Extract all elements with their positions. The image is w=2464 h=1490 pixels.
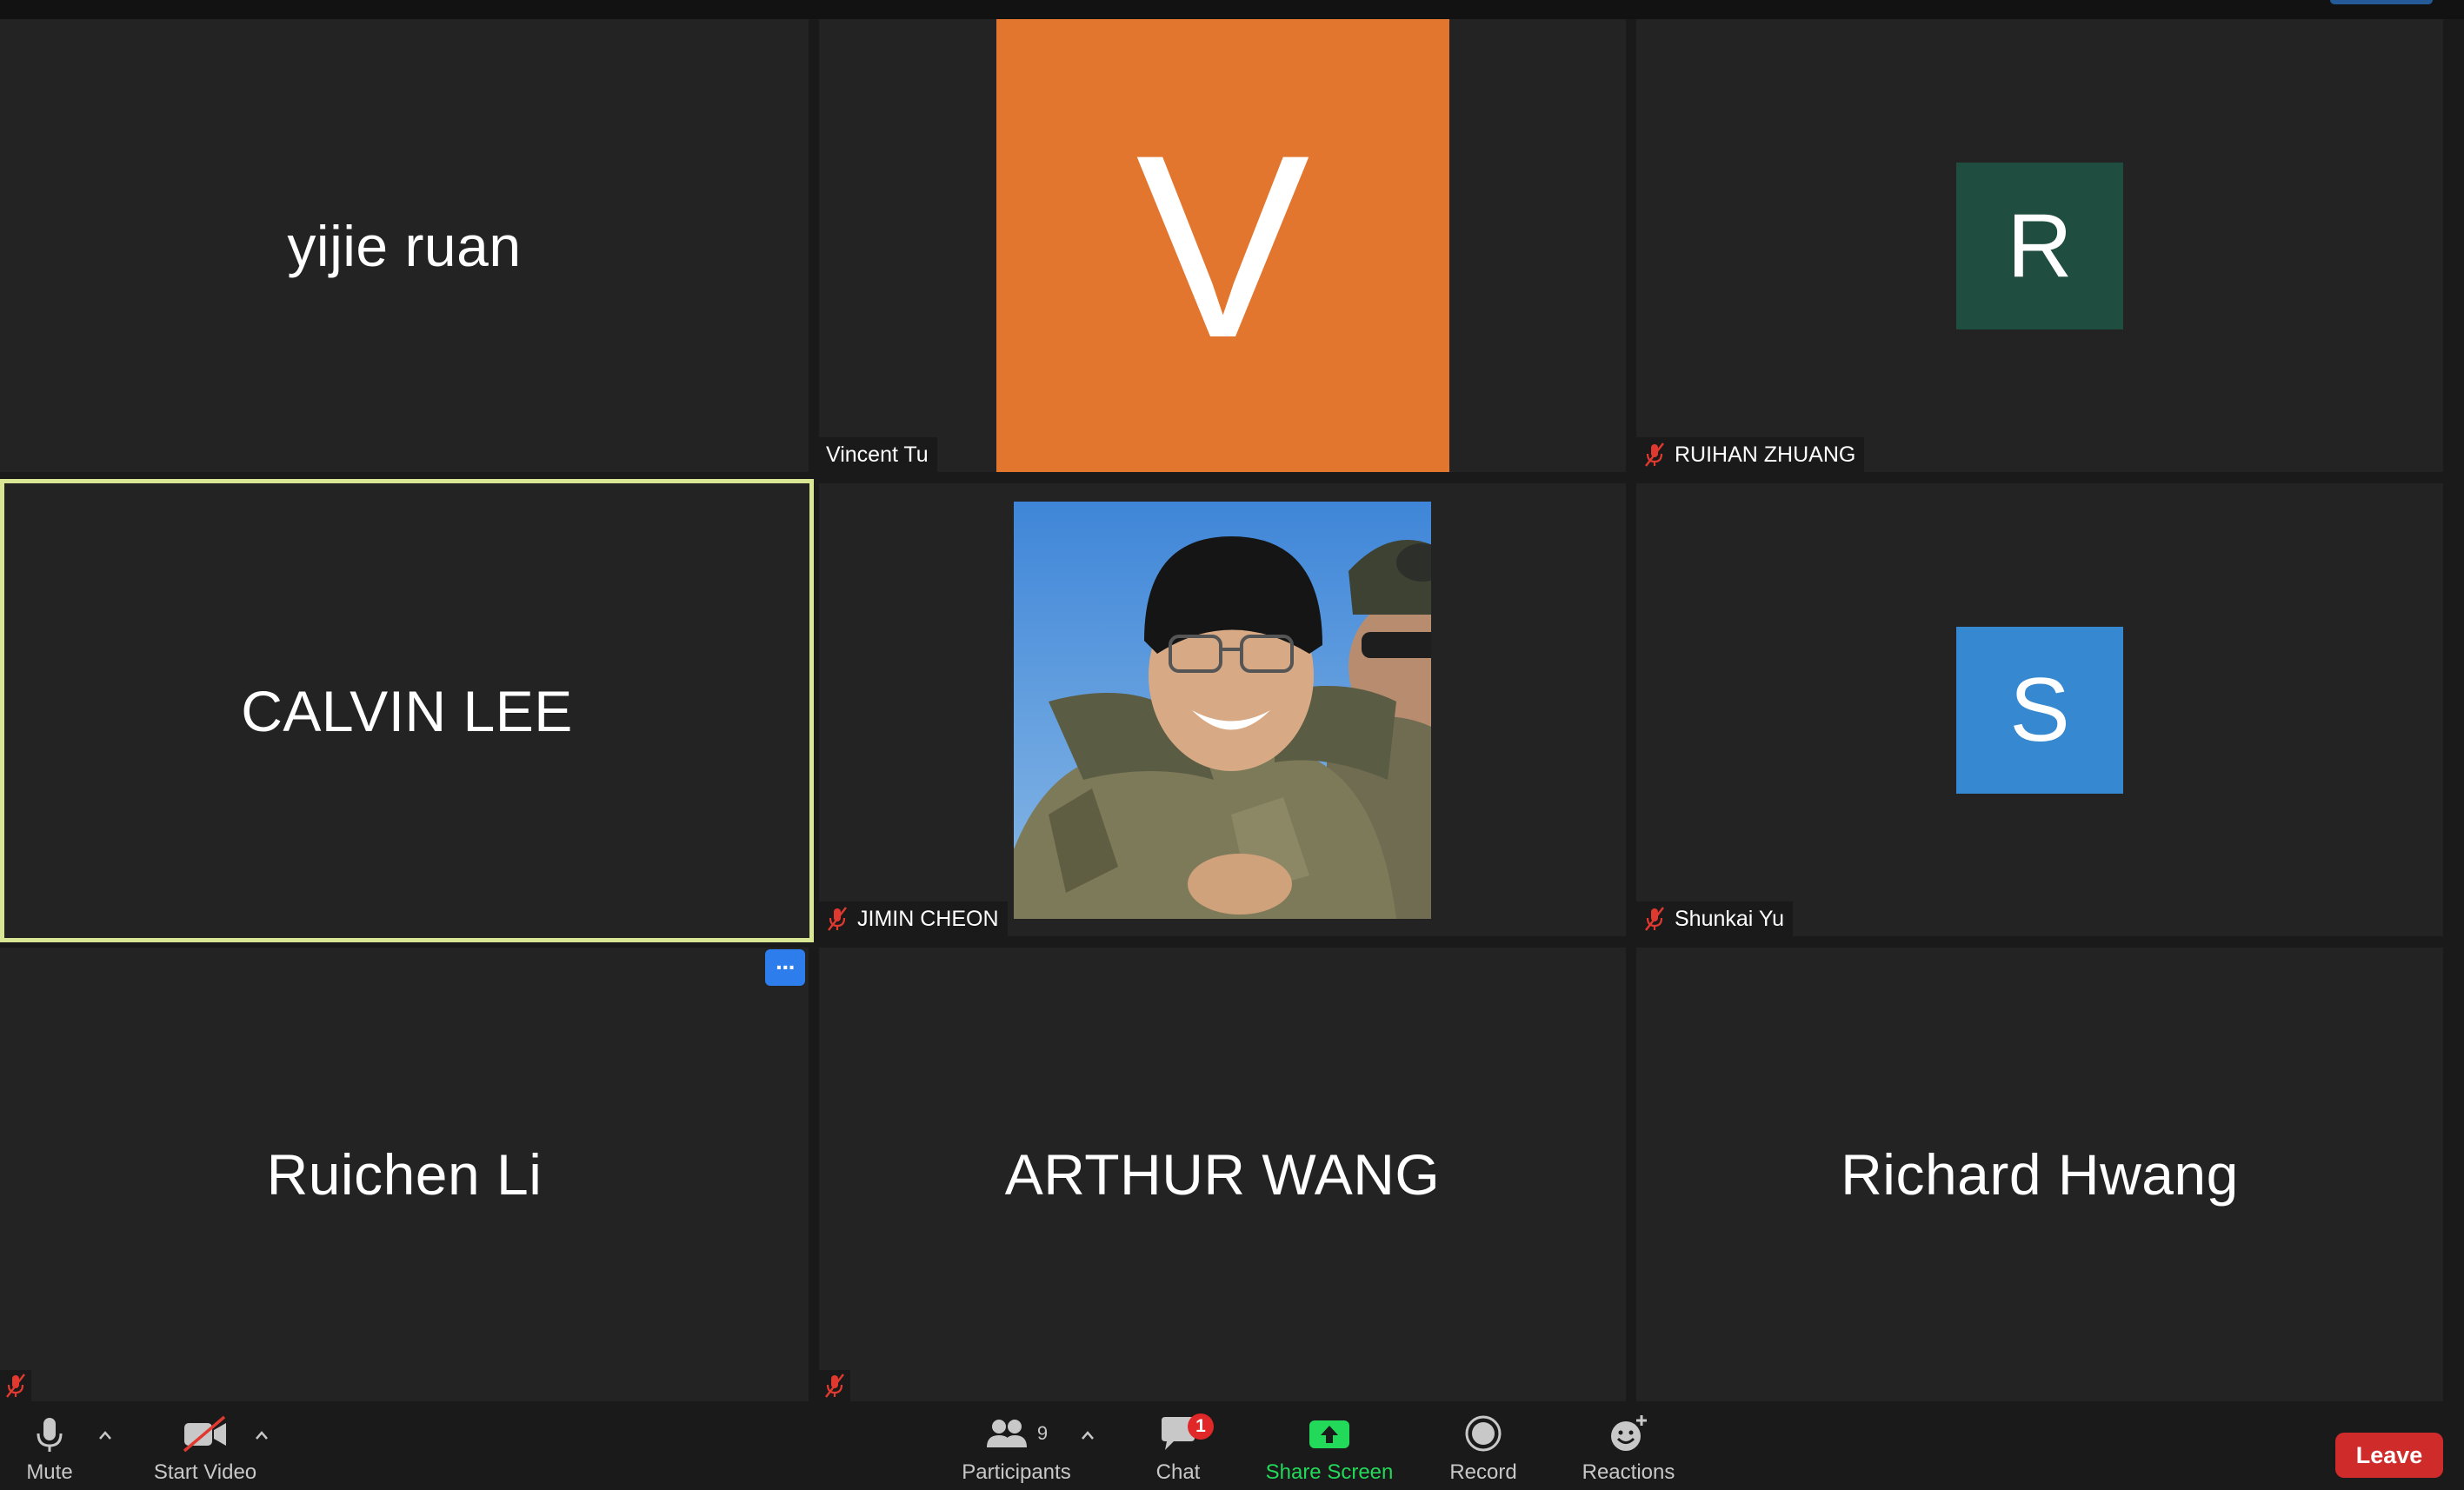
audio-options-chevron-up-icon[interactable] (96, 1426, 115, 1445)
mute-label: Mute (26, 1460, 73, 1484)
mic-muted-icon (1645, 907, 1664, 931)
avatar: R (1956, 163, 2123, 329)
record-button[interactable]: Record (1443, 1407, 1523, 1490)
mic-muted-indicator (0, 1370, 31, 1401)
mute-button[interactable]: Mute (17, 1407, 82, 1490)
chat-icon-wrapper: 1 (1158, 1407, 1214, 1460)
participant-name-label: JIMIN CHEON (819, 901, 1008, 936)
share-screen-button[interactable]: Share Screen (1261, 1407, 1398, 1490)
top-bar (0, 0, 2464, 19)
leave-button[interactable]: Leave (2335, 1433, 2443, 1478)
video-tile-jimin-cheon[interactable]: JIMIN CHEON (819, 483, 1626, 936)
mic-muted-icon (1645, 442, 1664, 467)
reactions-button[interactable]: Reactions (1574, 1407, 1683, 1490)
participant-photo (1014, 502, 1431, 919)
participants-label: Participants (962, 1460, 1071, 1484)
participant-name: yijie ruan (287, 213, 522, 278)
participant-name: Richard Hwang (1841, 1142, 2239, 1207)
video-tile-yijie-ruan[interactable]: yijie ruan (0, 19, 809, 472)
participants-icon-wrapper: 9 (985, 1407, 1048, 1460)
start-video-label: Start Video (153, 1460, 257, 1484)
record-icon (1464, 1407, 1502, 1460)
profile-photo-image (1014, 502, 1431, 919)
participant-name-label: Shunkai Yu (1636, 901, 1794, 936)
participant-name: JIMIN CHEON (857, 906, 999, 931)
meeting-toolbar: Mute Start Video 9 Participants 1 Chat S… (0, 1407, 2464, 1490)
chat-button[interactable]: 1 Chat (1148, 1407, 1214, 1490)
avatar: S (1956, 627, 2123, 794)
participants-icon (986, 1420, 1027, 1447)
chat-unread-badge: 1 (1188, 1414, 1214, 1440)
participant-name: Shunkai Yu (1675, 906, 1785, 931)
record-label: Record (1449, 1460, 1517, 1484)
video-tile-arthur-wang[interactable]: ARTHUR WANG (819, 948, 1626, 1401)
mic-muted-indicator (819, 1370, 850, 1401)
participant-name: ARTHUR WANG (1004, 1142, 1441, 1207)
avatar-letter: V (1135, 99, 1310, 392)
reactions-icon (1608, 1407, 1648, 1460)
reactions-label: Reactions (1582, 1460, 1675, 1484)
more-options-button[interactable]: ··· (765, 949, 805, 986)
participant-count: 9 (1036, 1422, 1049, 1444)
start-video-button[interactable]: Start Video (146, 1407, 264, 1490)
video-off-icon (181, 1407, 230, 1460)
share-screen-icon (1308, 1407, 1351, 1460)
participant-name-label: Vincent Tu (819, 437, 937, 472)
avatar-letter: R (2007, 195, 2073, 296)
mic-muted-icon (828, 907, 847, 931)
mic-muted-icon (825, 1374, 844, 1398)
participant-name-label: RUIHAN ZHUANG (1636, 437, 1865, 472)
video-tile-calvin-lee[interactable]: CALVIN LEE (0, 479, 814, 942)
video-tile-ruichen-li[interactable]: Ruichen Li ··· (0, 948, 809, 1401)
video-tile-vincent-tu[interactable]: V Vincent Tu (819, 19, 1626, 472)
participant-name: RUIHAN ZHUANG (1675, 442, 1856, 467)
avatar: V (996, 19, 1449, 472)
video-tile-shunkai-yu[interactable]: S Shunkai Yu (1636, 483, 2443, 936)
mic-muted-icon (6, 1374, 25, 1398)
meeting-window: yijie ruan V Vincent Tu R RUIHAN ZHUANG … (0, 0, 2464, 1490)
participants-options-chevron-up-icon[interactable] (1078, 1426, 1097, 1445)
video-options-chevron-up-icon[interactable] (252, 1426, 271, 1445)
avatar-letter: S (2009, 659, 2070, 761)
video-tile-ruihan-zhuang[interactable]: R RUIHAN ZHUANG (1636, 19, 2443, 472)
video-tile-richard-hwang[interactable]: Richard Hwang (1636, 948, 2443, 1401)
participants-button[interactable]: 9 Participants (955, 1407, 1078, 1490)
participant-name: CALVIN LEE (241, 678, 573, 743)
chat-label: Chat (1155, 1460, 1201, 1484)
share-screen-label: Share Screen (1265, 1460, 1394, 1484)
microphone-icon (34, 1407, 65, 1460)
participant-name: Ruichen Li (266, 1142, 543, 1207)
view-toggle[interactable] (2330, 0, 2433, 4)
participant-name: Vincent Tu (826, 442, 929, 467)
